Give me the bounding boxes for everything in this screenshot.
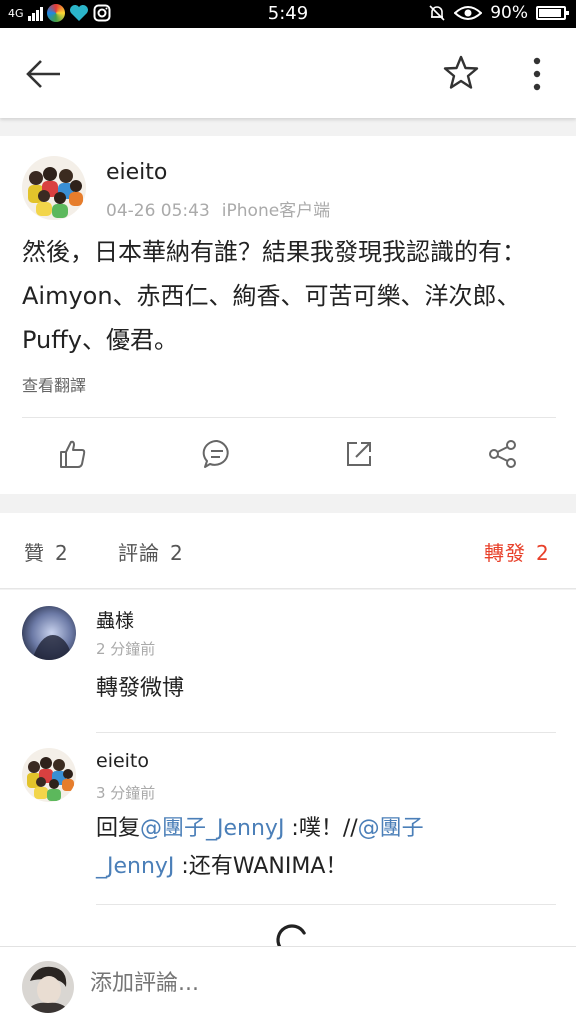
thumbs-up-icon[interactable] [56, 438, 88, 470]
commenter-avatar[interactable] [22, 748, 76, 802]
mute-bell-icon [429, 5, 445, 21]
comment-time: 3 分鐘前 [96, 784, 156, 802]
battery-icon [536, 6, 569, 20]
tab-comments-count: 2 [170, 541, 184, 565]
tab-comments[interactable]: 評論 2 [118, 537, 184, 566]
tab-reposts[interactable]: 轉發 2 [484, 537, 550, 566]
comment-input[interactable] [90, 971, 530, 996]
post-date: 04-26 05:43 [106, 201, 210, 221]
eye-icon [454, 6, 483, 20]
mention-link[interactable]: @團子_JennyJ [140, 816, 284, 841]
more-vertical-icon[interactable] [522, 54, 552, 94]
mention-link[interactable]: _JennyJ [96, 854, 174, 879]
share-icon[interactable] [487, 438, 519, 470]
comment-text: 轉發微博 [96, 676, 185, 701]
comment-bar [0, 946, 576, 1024]
star-icon[interactable] [442, 54, 480, 92]
share-out-icon[interactable] [343, 438, 375, 470]
post-client: iPhone客户端 [221, 201, 331, 221]
reply-text: :还有WANIMA！ [174, 854, 348, 879]
commenter-name[interactable]: 蟲様 [96, 606, 134, 633]
tab-likes[interactable]: 贊2 [24, 537, 69, 566]
commenter-name[interactable]: eieito [96, 750, 149, 772]
tab-comments-label: 評論 [118, 541, 160, 565]
stats-tabs: 贊2 評論 2 轉發 2 [0, 513, 576, 589]
post-card: eieito 04-26 05:43 iPhone客户端 然後，日本華納有誰？結果… [0, 136, 576, 494]
post-body: 然後，日本華納有誰？結果我發現我認識的有：Aimyon、赤西仁、絢香、可苦可樂、… [22, 238, 526, 354]
app-bar [0, 28, 576, 118]
post-meta: 04-26 05:43 iPhone客户端 [106, 196, 330, 221]
status-bar: 4G 5:49 90% [0, 0, 576, 28]
commenter-avatar[interactable] [22, 606, 76, 660]
tab-reposts-label: 轉發 [484, 541, 526, 565]
tab-likes-label: 贊 [24, 541, 45, 565]
battery-percent: 90% [490, 3, 528, 23]
reply-text: :噗！// [284, 816, 358, 841]
repost-list: 蟲様 2 分鐘前 轉發微博 eieito 3 分鐘前 回复@團子_JennyJ … [0, 590, 576, 946]
divider [96, 904, 556, 905]
comment-time: 2 分鐘前 [96, 640, 156, 658]
translate-link[interactable]: 查看翻譯 [22, 372, 86, 396]
tab-reposts-count: 2 [536, 541, 550, 565]
tab-likes-count: 2 [55, 541, 69, 565]
reply-prefix: 回复 [96, 816, 141, 841]
comment-icon[interactable] [201, 438, 233, 470]
status-right: 90% [428, 3, 569, 23]
comment-text: 回复@團子_JennyJ :噗！//@團子 _JennyJ :还有WANIMA！ [96, 810, 536, 886]
user-avatar[interactable] [22, 961, 74, 1013]
divider [96, 732, 556, 733]
back-arrow-icon[interactable] [24, 56, 64, 92]
divider [22, 417, 556, 418]
author-avatar[interactable] [22, 156, 86, 220]
mention-link[interactable]: @團子 [358, 816, 424, 841]
author-name[interactable]: eieito [106, 160, 167, 185]
